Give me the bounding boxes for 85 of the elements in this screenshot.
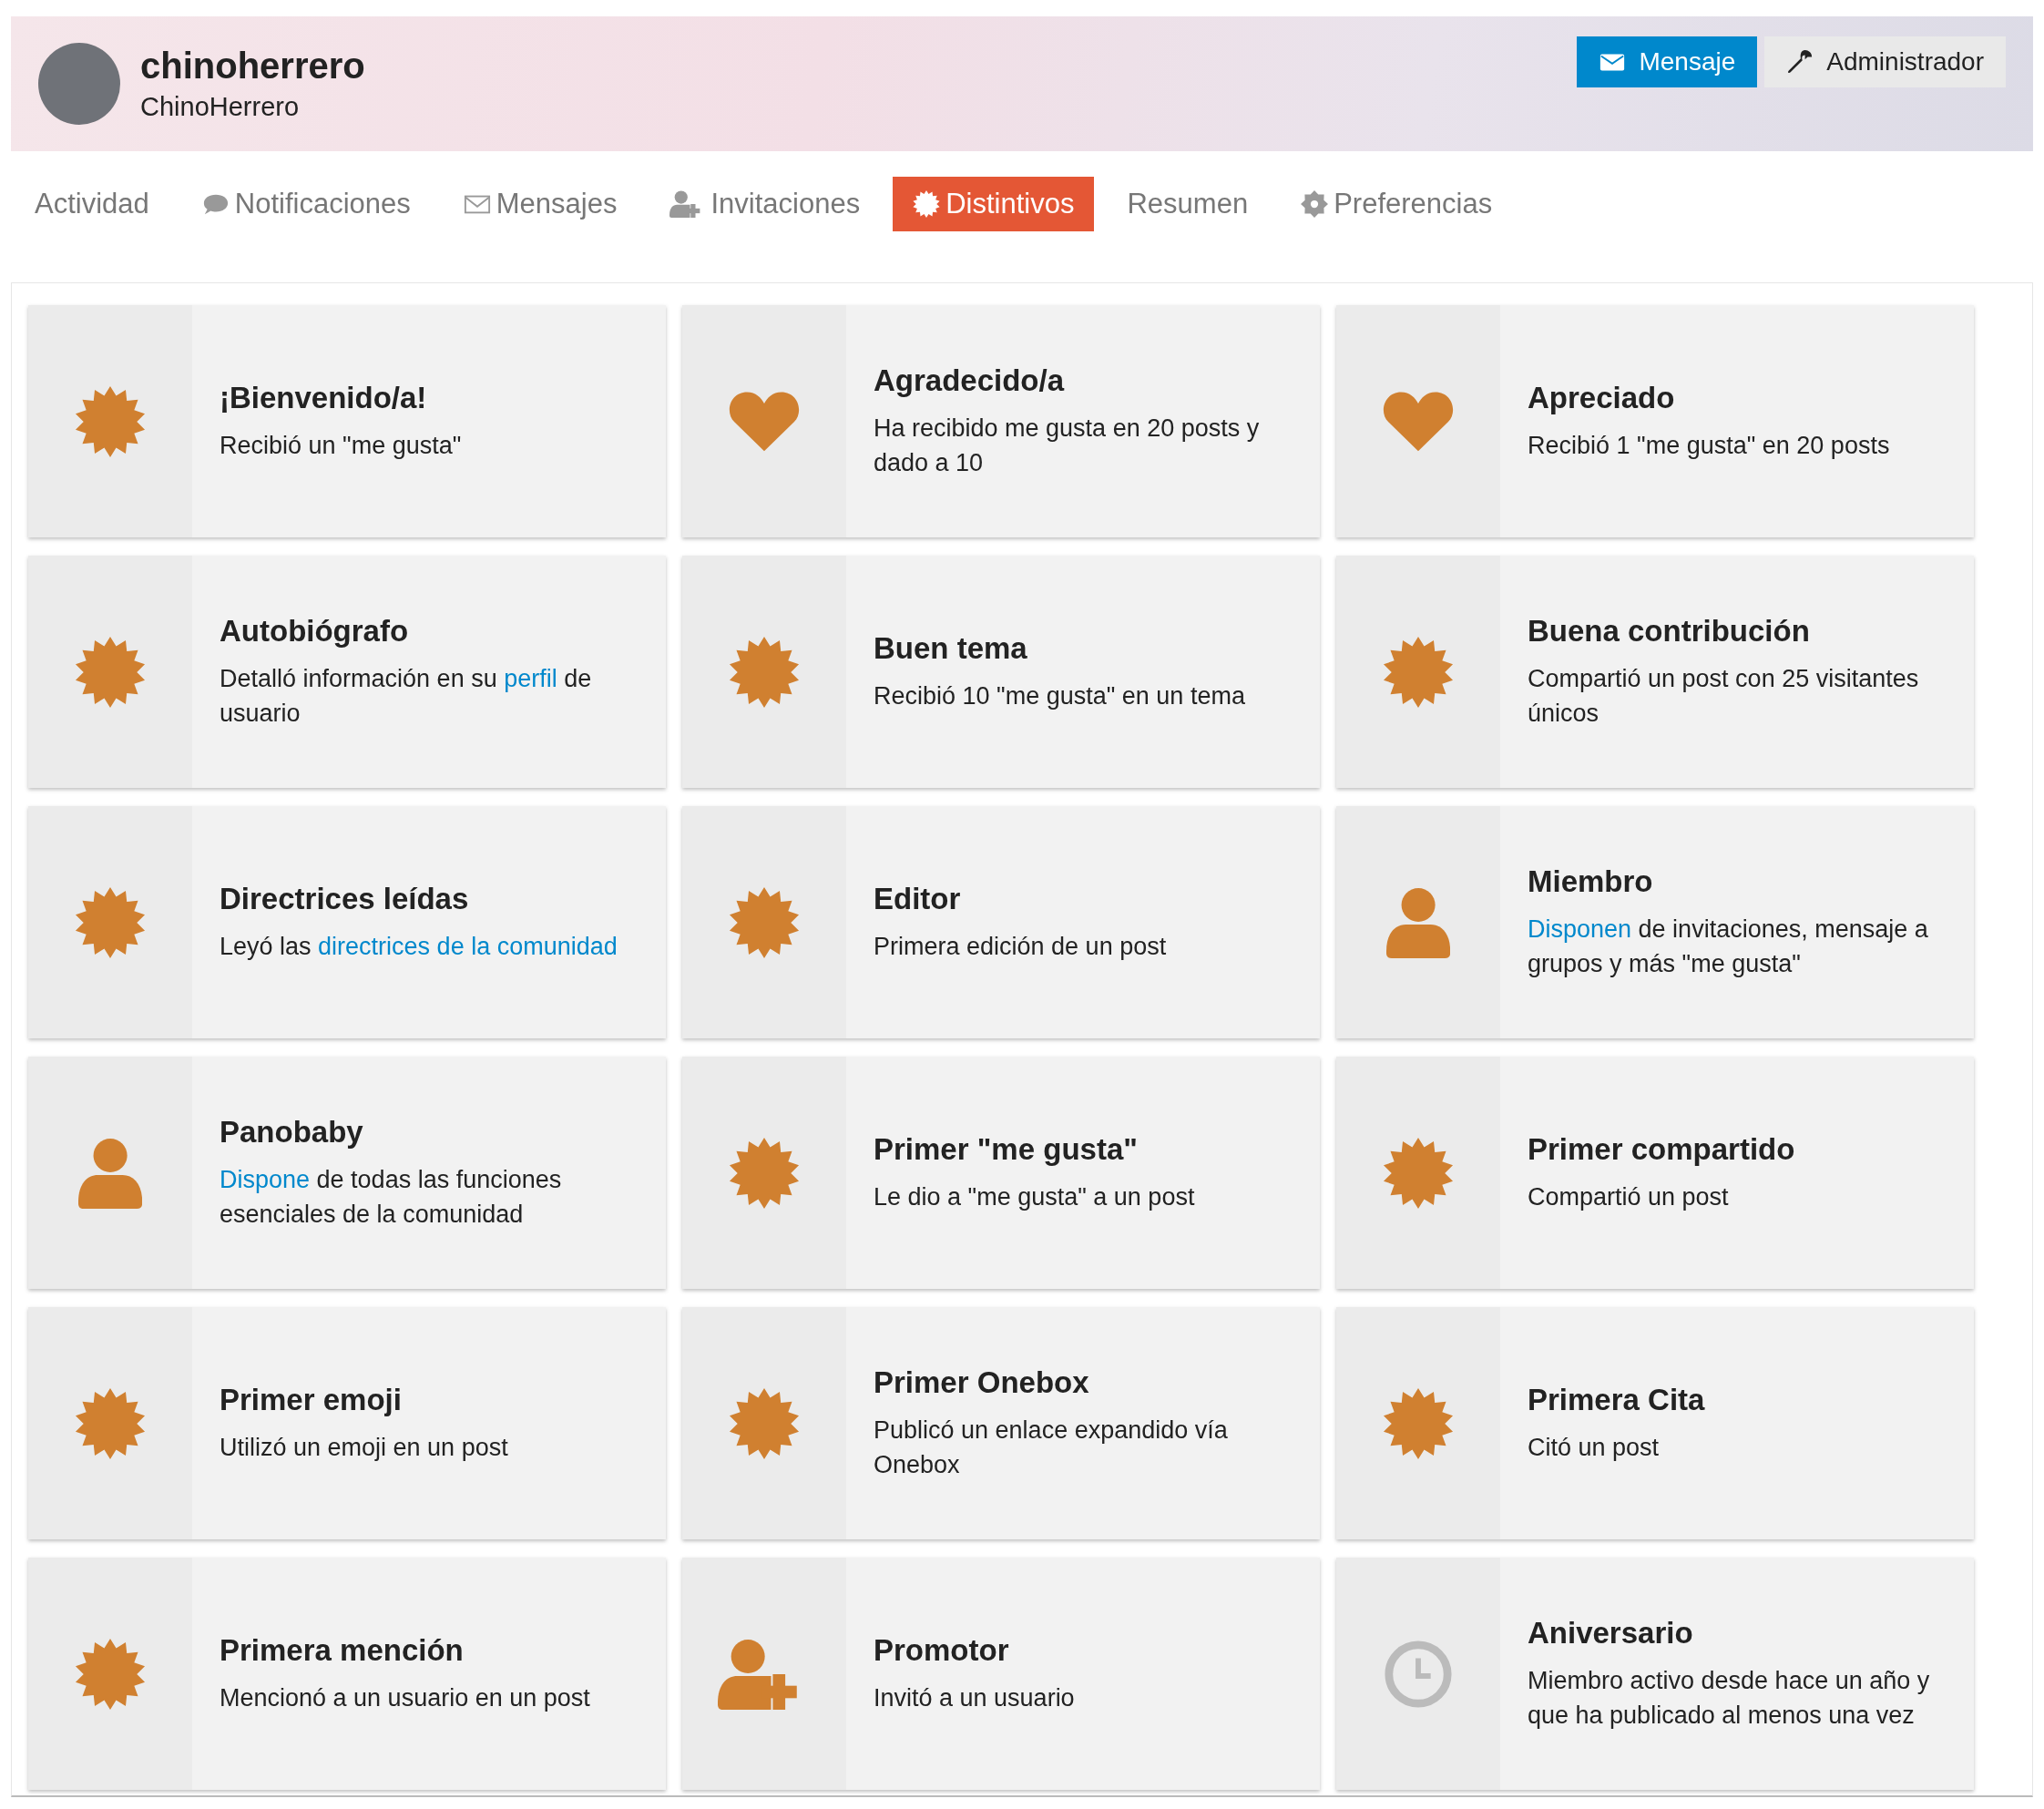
badge-card[interactable]: Primer compartido Compartió un post bbox=[1336, 1057, 1974, 1289]
badge-card[interactable]: Apreciado Recibió 1 "me gusta" en 20 posts bbox=[1336, 305, 1974, 537]
badge-description: Leyó las directrices de la comunidad bbox=[220, 931, 618, 962]
badge-description: Publicó un enlace expandido vía Onebox bbox=[874, 1415, 1229, 1480]
badge-description: Recibió 10 "me gusta" en un tema bbox=[874, 680, 1246, 711]
badge-card[interactable]: Promotor Invitó a un usuario bbox=[682, 1558, 1320, 1790]
badge-title: Primera mención bbox=[220, 1632, 465, 1668]
badge-burst-icon bbox=[913, 190, 941, 218]
badge-burst-icon bbox=[1383, 636, 1454, 708]
nav-tab[interactable]: Preferencias bbox=[1281, 177, 1513, 231]
display-name: ChinoHerrero bbox=[140, 92, 301, 122]
badge-title: Panobaby bbox=[220, 1114, 364, 1150]
badge-card[interactable]: Primer emoji Utilizó un emoji en un post bbox=[28, 1307, 666, 1539]
badge-burst-icon bbox=[75, 1638, 146, 1710]
badge-title: ¡Bienvenido/a! bbox=[220, 380, 428, 415]
badge-card[interactable]: Aniversario Miembro activo desde hace un año y que ha publicado al menos una vez bbox=[1336, 1558, 1974, 1790]
badge-description: Compartió un post bbox=[1528, 1181, 1730, 1212]
badge-card[interactable]: Directrices leídas Leyó las directrices de la comunidad bbox=[28, 806, 666, 1038]
badge-title: Primer Onebox bbox=[874, 1364, 1090, 1400]
user-icon bbox=[77, 1137, 143, 1209]
badge-title: Primer emoji bbox=[220, 1382, 403, 1417]
nav-tab[interactable]: Invitaciones bbox=[649, 177, 881, 231]
badge-card[interactable]: Agradecido/a Ha recibido me gusta en 20 posts y dado a 10 bbox=[682, 305, 1320, 537]
badge-card[interactable]: ¡Bienvenido/a! Recibió un "me gusta" bbox=[28, 305, 666, 537]
badge-description: Disponen de invitaciones, mensaje a grupos y más "me gusta" bbox=[1528, 914, 1929, 979]
badge-burst-icon bbox=[729, 1137, 800, 1209]
badge-description: Utilizó un emoji en un post bbox=[220, 1432, 509, 1463]
badge-description: Mencionó a un usuario en un post bbox=[220, 1682, 591, 1713]
badge-title: Buena contribución bbox=[1528, 613, 1811, 649]
nav-tab[interactable]: Notificaciones bbox=[181, 177, 431, 231]
badge-description: Miembro activo desde hace un año y que ha publicado al menos una vez bbox=[1528, 1665, 1931, 1731]
badge-title: Primer compartido bbox=[1528, 1131, 1796, 1167]
badge-burst-icon bbox=[75, 886, 146, 958]
badge-title: Miembro bbox=[1528, 864, 1654, 899]
badge-card[interactable]: Buen tema Recibió 10 "me gusta" en un tema bbox=[682, 556, 1320, 788]
badge-burst-icon bbox=[75, 636, 146, 708]
badge-burst-icon bbox=[729, 886, 800, 958]
badge-description: Detalló información en su perfil de usuario bbox=[220, 663, 593, 729]
clock-icon bbox=[1383, 1638, 1454, 1710]
badge-description: Invitó a un usuario bbox=[874, 1682, 1076, 1713]
badge-burst-icon bbox=[75, 385, 146, 457]
badge-burst-icon bbox=[729, 1387, 800, 1459]
badge-description: Ha recibido me gusta en 20 posts y dado a 10 bbox=[874, 413, 1261, 478]
badge-burst-icon bbox=[1383, 1137, 1454, 1209]
badge-description: Dispone de todas las funciones esenciales de la comunidad bbox=[220, 1164, 563, 1230]
message-button[interactable]: Mensaje bbox=[1577, 36, 1758, 87]
badge-title: Aniversario bbox=[1528, 1615, 1694, 1651]
badge-title: Apreciado bbox=[1528, 380, 1676, 415]
badge-title: Editor bbox=[874, 881, 962, 916]
badge-title: Promotor bbox=[874, 1632, 1010, 1668]
heart-icon bbox=[729, 391, 800, 452]
badge-description: Citó un post bbox=[1528, 1432, 1661, 1463]
badge-card[interactable]: Editor Primera edición de un post bbox=[682, 806, 1320, 1038]
badge-title: Buen tema bbox=[874, 630, 1028, 666]
badge-burst-icon bbox=[75, 1387, 146, 1459]
badge-description: Compartió un post con 25 visitantes únicos bbox=[1528, 663, 1920, 729]
admin-button[interactable]: Administrador bbox=[1764, 36, 2006, 87]
badge-card[interactable]: Panobaby Dispone de todas las funciones esenciales de la comunidad bbox=[28, 1057, 666, 1289]
badge-card[interactable]: Miembro Disponen de invitaciones, mensaje a grupos y más "me gusta" bbox=[1336, 806, 1974, 1038]
settings-icon bbox=[1301, 190, 1329, 218]
badge-card[interactable]: Buena contribución Compartió un post con 25 visitantes únicos bbox=[1336, 556, 1974, 788]
username: chinoherrero bbox=[140, 46, 365, 87]
nav-tab[interactable]: Mensajes bbox=[443, 177, 638, 231]
badge-title: Autobiógrafo bbox=[220, 613, 410, 649]
badge-title: Directrices leídas bbox=[220, 881, 470, 916]
user-icon bbox=[1385, 886, 1451, 958]
nav-tab[interactable]: Actividad bbox=[15, 177, 169, 231]
badge-title: Agradecido/a bbox=[874, 363, 1066, 398]
nav-tab[interactable]: Distintivos bbox=[893, 177, 1095, 231]
badge-card[interactable]: Autobiógrafo Detalló información en su perfil de usuario bbox=[28, 556, 666, 788]
heart-icon bbox=[1383, 391, 1454, 452]
badge-title: Primera Cita bbox=[1528, 1382, 1706, 1417]
badge-burst-icon bbox=[729, 636, 800, 708]
badge-description: Recibió 1 "me gusta" en 20 posts bbox=[1528, 430, 1891, 461]
badge-card[interactable]: Primera mención Mencionó a un usuario en un post bbox=[28, 1558, 666, 1790]
nav-tab[interactable]: Resumen bbox=[1107, 177, 1269, 231]
badge-description: Recibió un "me gusta" bbox=[220, 430, 463, 461]
badge-description: Primera edición de un post bbox=[874, 931, 1168, 962]
wrench-icon bbox=[1786, 48, 1814, 76]
badge-description: Le dio a "me gusta" a un post bbox=[874, 1181, 1196, 1212]
badge-title: Primer "me gusta" bbox=[874, 1131, 1139, 1167]
badge-card[interactable]: Primer "me gusta" Le dio a "me gusta" a un post bbox=[682, 1057, 1320, 1289]
badge-card[interactable]: Primera Cita Citó un post bbox=[1336, 1307, 1974, 1539]
badge-card[interactable]: Primer Onebox Publicó un enlace expandido vía Onebox bbox=[682, 1307, 1320, 1539]
badge-burst-icon bbox=[1383, 1387, 1454, 1459]
